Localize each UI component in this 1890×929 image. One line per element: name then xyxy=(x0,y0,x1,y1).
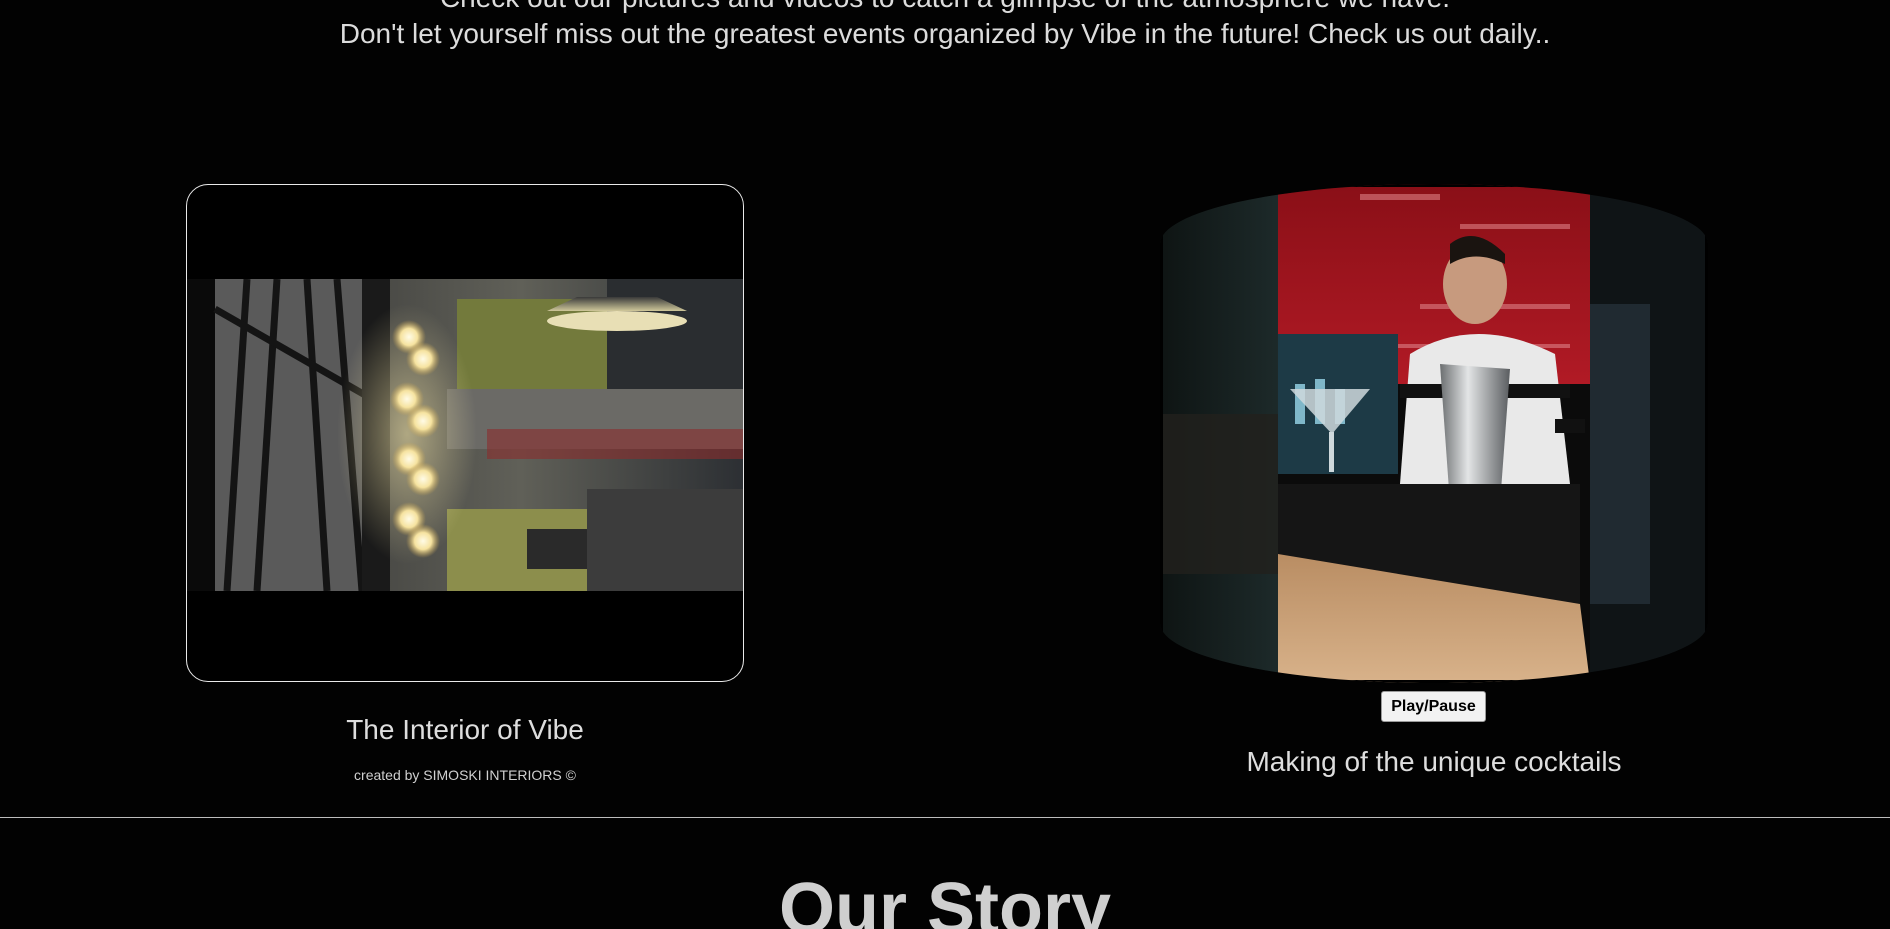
interior-credit: created by SIMOSKI INTERIORS © xyxy=(354,767,576,783)
cocktail-video[interactable] xyxy=(1160,184,1708,683)
interior-caption: The Interior of Vibe xyxy=(346,714,584,745)
cocktail-caption: Making of the unique cocktails xyxy=(1246,746,1622,777)
intro-text-line-2: Don't let yourself miss out the greatest… xyxy=(339,18,1551,49)
interior-photo xyxy=(187,279,743,591)
intro-text-line-1: Check out our pictures and videos to cat… xyxy=(0,0,1890,14)
section-divider xyxy=(0,817,1890,818)
gallery-page: Check out our pictures and videos to cat… xyxy=(0,0,1890,929)
our-story-heading: Our Story xyxy=(778,869,1112,929)
interior-image-card xyxy=(186,184,744,682)
play-pause-button[interactable]: Play/Pause xyxy=(1381,691,1486,722)
